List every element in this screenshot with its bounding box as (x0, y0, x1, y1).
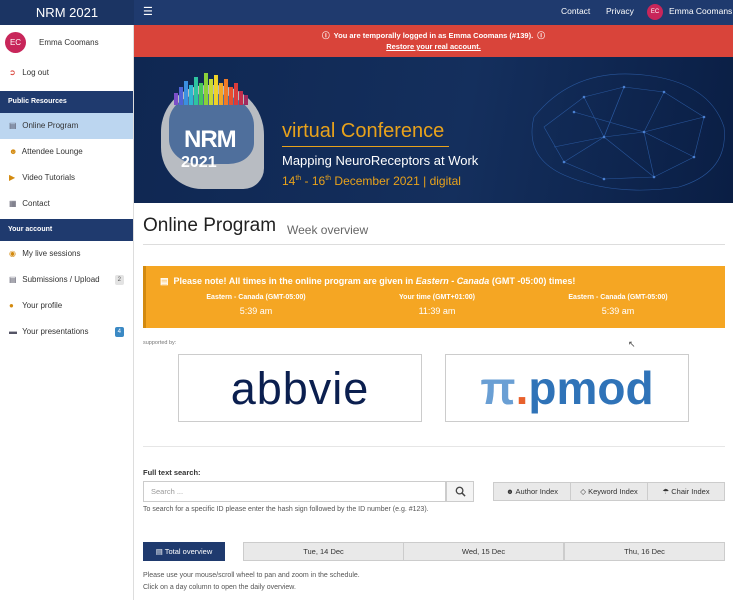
sidebar-item-label: Your presentations (22, 327, 89, 336)
timezone-notice: ▤ Please note! All times in the online p… (143, 266, 725, 328)
sidebar-item-label: Contact (22, 199, 50, 208)
banner-year: 2021 (181, 154, 217, 171)
count-badge: 4 (114, 327, 124, 337)
sidebar-item-presentations[interactable]: ▬ Your presentations 4 (0, 319, 133, 345)
impersonation-alert: ⓘ You are temporally logged in as Emma C… (134, 25, 733, 57)
user-icon: ● (9, 301, 14, 310)
sidebar-item-online-program[interactable]: ▤ Online Program (0, 113, 133, 139)
banner-subtitle: Mapping NeuroReceptors at Work (282, 153, 479, 168)
count-badge: 2 (114, 275, 124, 285)
day-tab-thu[interactable]: Thu, 16 Dec (564, 542, 725, 561)
nav-contact-link[interactable]: Contact (561, 6, 590, 16)
page-subtitle: Week overview (287, 223, 369, 237)
top-navbar: NRM 2021 ☰ Contact Privacy EC Emma Cooma… (0, 0, 733, 25)
tag-icon: ◇ (580, 487, 587, 496)
day-tab-tue[interactable]: Tue, 14 Dec (243, 542, 404, 561)
sidebar-item-profile[interactable]: ● Your profile (0, 293, 133, 319)
brand-logo[interactable]: NRM 2021 (0, 0, 134, 25)
supported-by-label: supported by: (143, 340, 177, 346)
keyword-index-button[interactable]: ◇ Keyword Index (570, 482, 648, 501)
sidebar-item-live-sessions[interactable]: ◉ My live sessions (0, 241, 133, 267)
avatar: EC (5, 32, 26, 53)
schedule-note: Please use your mouse/scroll wheel to pa… (143, 572, 360, 579)
sidebar-item-label: Submissions / Upload (22, 275, 100, 284)
page-title: Online Program (143, 215, 277, 236)
schedule-note: Click on a day column to open the daily … (143, 584, 296, 591)
sidebar-item-label: Video Tutorials (22, 173, 76, 182)
sidebar-section-account: Your account (0, 219, 133, 241)
sidebar-user: EC Emma Coomans (0, 25, 133, 60)
info-icon: ⓘ (322, 31, 330, 40)
total-overview-button[interactable]: ▤ Total overview (143, 542, 225, 561)
sidebar: EC Emma Coomans ➲ Log out Public Resourc… (0, 25, 134, 600)
live-icon: ◉ (9, 249, 16, 258)
sidebar-user-name: Emma Coomans (39, 38, 99, 47)
banner-divider (282, 146, 449, 147)
nav-privacy-link[interactable]: Privacy (606, 6, 634, 16)
contact-icon: ▦ (9, 199, 17, 208)
calendar-icon: ▤ (9, 121, 17, 130)
sidebar-item-label: Log out (22, 68, 49, 77)
search-label: Full text search: (143, 468, 201, 477)
sidebar-item-attendee-lounge[interactable]: ☻ Attendee Lounge (0, 139, 133, 165)
sidebar-item-label: Your profile (22, 301, 63, 310)
alert-message: You are temporally logged in as Emma Coo… (333, 31, 534, 40)
sidebar-item-label: Online Program (22, 121, 79, 130)
sponsor-logo-pmod[interactable]: π.pmod (445, 354, 689, 422)
document-icon: ▤ (9, 275, 17, 284)
chair-icon: ☂ (662, 487, 670, 496)
banner-title: NRM (184, 126, 237, 153)
notice-heading: ▤ Please note! All times in the online p… (160, 276, 576, 286)
hamburger-icon[interactable]: ☰ (143, 5, 153, 18)
banner-conference: virtual Conference (282, 120, 445, 142)
brain-network-graphic (531, 73, 725, 191)
sidebar-item-label: My live sessions (22, 249, 81, 258)
avatar[interactable]: EC (647, 4, 663, 20)
sidebar-item-video-tutorials[interactable]: ▶ Video Tutorials (0, 165, 133, 191)
search-icon (455, 486, 466, 497)
info-icon: ⓘ (537, 31, 545, 40)
calendar-icon: ▤ (155, 547, 163, 556)
search-button[interactable] (446, 481, 474, 502)
search-input[interactable] (143, 481, 446, 502)
nav-user-name[interactable]: Emma Coomans (669, 6, 732, 16)
search-hint: To search for a specific ID please enter… (143, 506, 429, 513)
day-tab-wed[interactable]: Wed, 15 Dec (403, 542, 564, 561)
presentation-icon: ▬ (9, 327, 17, 336)
spectrum-bars-graphic (174, 73, 248, 105)
restore-account-link[interactable]: Restore your real account. (134, 42, 733, 51)
sidebar-section-public: Public Resources (0, 91, 133, 113)
divider (143, 446, 725, 447)
time-column-left: Eastern - Canada (GMT-05:00) 5:39 am (206, 294, 306, 316)
logout-icon: ➲ (9, 68, 16, 77)
author-index-button[interactable]: ☻ Author Index (493, 482, 571, 501)
notice-timezone: Eastern - Canada (415, 276, 490, 286)
chair-index-button[interactable]: ☂ Chair Index (647, 482, 725, 501)
video-icon: ▶ (9, 173, 16, 182)
divider (143, 244, 725, 245)
sidebar-item-contact[interactable]: ▦ Contact (0, 191, 133, 217)
people-icon: ☻ (505, 487, 514, 496)
time-column-user: Your time (GMT+01:00) 11:39 am (399, 294, 475, 316)
conference-banner: NRM 2021 virtual Conference Mapping Neur… (134, 57, 733, 203)
sidebar-item-submissions[interactable]: ▤ Submissions / Upload 2 (0, 267, 133, 293)
sponsor-logo-abbvie[interactable]: abbvie (178, 354, 422, 422)
people-icon: ☻ (9, 147, 18, 156)
mouse-cursor-icon: ↖ (628, 339, 636, 349)
sidebar-item-logout[interactable]: ➲ Log out (0, 60, 133, 86)
banner-date: 14th - 16th December 2021 | digital (282, 174, 461, 188)
calendar-icon: ▤ (160, 276, 169, 286)
time-column-right: Eastern - Canada (GMT-05:00) 5:39 am (568, 294, 668, 316)
sidebar-item-label: Attendee Lounge (21, 147, 83, 156)
